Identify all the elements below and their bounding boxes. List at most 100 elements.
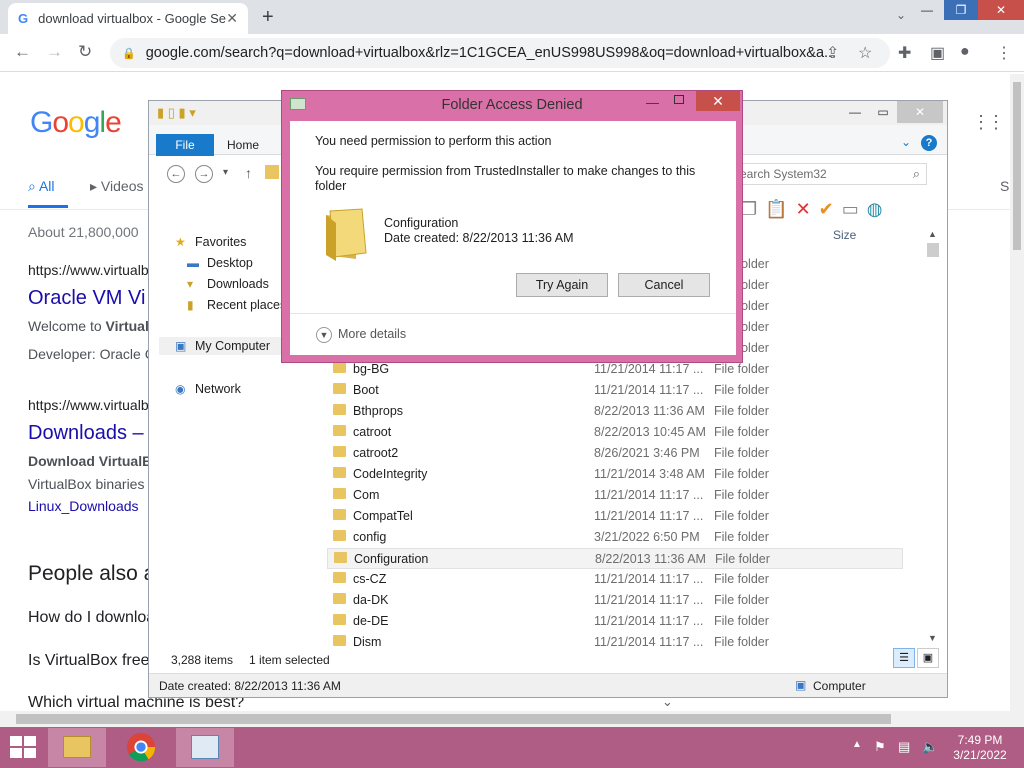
show-hidden-icons[interactable]: ▲ — [852, 739, 862, 750]
paa-question[interactable]: How do I downloa — [28, 609, 155, 627]
chevron-down-icon: ▼ — [316, 327, 332, 343]
table-row[interactable]: CodeIntegrity 11/21/2014 3:48 AM File fold… — [327, 464, 903, 485]
share-icon[interactable]: ⇪ — [826, 43, 839, 63]
bookmark-star-icon[interactable]: ☆ — [858, 43, 872, 63]
close-icon[interactable]: ✕ — [696, 91, 740, 111]
result-url[interactable]: https://www.virtualbo — [28, 262, 156, 278]
menu-kebab-icon[interactable]: ⋮ — [996, 43, 1012, 63]
scroll-up-icon[interactable]: ▲ — [928, 229, 937, 239]
paste-icon[interactable]: 📋 — [765, 199, 787, 220]
try-again-button[interactable]: Try Again — [516, 273, 608, 297]
forward-arrow-icon[interactable]: → — [46, 42, 63, 62]
nav-downloads[interactable]: ▾ Downloads — [187, 277, 269, 291]
sitelink[interactable]: Linux_Downloads — [28, 498, 139, 514]
restore-icon[interactable]: ❐ — [944, 0, 978, 20]
window-controls: — ❐ ✕ — [910, 0, 1024, 22]
computer-icon: ▣ — [175, 339, 187, 353]
nav-desktop[interactable]: ▬ Desktop — [187, 256, 253, 270]
new-tab-icon[interactable]: + — [262, 6, 274, 29]
help-icon[interactable]: ? — [921, 135, 937, 151]
copy-icon[interactable]: ❐ — [741, 199, 757, 220]
start-windows-icon[interactable] — [10, 736, 38, 760]
table-row[interactable]: Boot 11/21/2014 11:17 ... File folder — [327, 380, 903, 401]
page-horizontal-scrollbar[interactable] — [0, 711, 1024, 727]
maximize-icon[interactable] — [674, 95, 684, 104]
cancel-button[interactable]: Cancel — [618, 273, 710, 297]
control-panel-taskbar-icon[interactable] — [176, 728, 234, 767]
tab-all[interactable]: ⌕ All — [28, 178, 55, 195]
scrollbar-thumb[interactable] — [1013, 82, 1021, 250]
table-row[interactable]: Bthprops 8/22/2013 11:36 AM File folder — [327, 401, 903, 422]
column-header-size[interactable]: Size — [833, 228, 856, 242]
back-icon[interactable]: ← — [167, 165, 185, 183]
action-center-flag-icon[interactable]: ⚑ — [874, 739, 886, 755]
table-row[interactable]: da-DK 11/21/2014 11:17 ... File folder — [327, 590, 903, 611]
nav-favorites[interactable]: ★ Favorites — [175, 235, 246, 249]
side-panel-icon[interactable]: ▣ — [930, 43, 945, 63]
scroll-down-icon[interactable]: ▼ — [928, 633, 937, 643]
up-arrow-icon[interactable]: ↑ — [245, 165, 252, 181]
scrollbar-thumb[interactable] — [927, 243, 939, 257]
volume-muted-icon[interactable]: 🔈 — [922, 739, 938, 755]
dialog-body: You need permission to perform this acti… — [290, 121, 736, 355]
close-window-icon[interactable]: ✕ — [978, 0, 1024, 20]
page-vertical-scrollbar[interactable] — [1010, 74, 1024, 711]
tab-search-chevron-icon[interactable]: ⌄ — [896, 8, 906, 22]
details-view-icon[interactable]: ☰ — [893, 648, 915, 668]
cell-type: File folder — [714, 446, 769, 460]
extensions-icon[interactable]: ✚ — [898, 43, 911, 63]
network-icon[interactable]: ▤ — [898, 739, 910, 755]
globe-icon[interactable]: ◍ — [867, 199, 883, 220]
result-url[interactable]: https://www.virtualbo — [28, 397, 156, 413]
table-row[interactable]: catroot 8/22/2013 10:45 AM File folder — [327, 422, 903, 443]
close-icon[interactable]: ✕ — [897, 101, 943, 123]
tab-settings-partial[interactable]: S — [1000, 178, 1009, 194]
minimize-icon[interactable]: — — [841, 101, 869, 123]
cell-type: File folder — [714, 425, 769, 439]
result-title[interactable]: Downloads – — [28, 422, 144, 445]
address-bar[interactable]: 🔒 google.com/search?q=download+virtualbo… — [110, 38, 890, 68]
table-row[interactable]: config 3/21/2022 6:50 PM File folder — [327, 527, 903, 548]
desktop-icon: ▬ — [187, 256, 199, 270]
ribbon-expand-icon[interactable]: ⌄ — [901, 135, 911, 149]
quick-access-folder-icon[interactable]: ▮ ▯ ▮ ▾ — [157, 105, 196, 121]
large-icons-view-icon[interactable]: ▣ — [917, 648, 939, 668]
table-row[interactable]: cs-CZ 11/21/2014 11:17 ... File folder — [327, 569, 903, 590]
search-box[interactable]: earch System32 ⌕ — [733, 163, 927, 185]
checkmark-icon[interactable]: ✔ — [819, 199, 834, 220]
tab-videos-label: Videos — [100, 178, 144, 194]
nav-network[interactable]: ◉ Network — [175, 382, 241, 396]
profile-avatar-icon[interactable]: ● — [960, 43, 970, 61]
paa-question[interactable]: Is VirtualBox free — [28, 652, 150, 670]
more-details-toggle[interactable]: ▼ More details — [316, 327, 406, 343]
minimize-icon[interactable]: — — [910, 0, 944, 20]
ribbon-home-tab[interactable]: Home — [227, 138, 259, 152]
table-row[interactable]: CompatTel 11/21/2014 11:17 ... File folder — [327, 506, 903, 527]
browser-tab[interactable]: G download virtualbox - Google Se ✕ — [8, 3, 248, 34]
ribbon-file-tab[interactable]: File — [156, 134, 214, 156]
tab-videos[interactable]: ▸ Videos — [90, 178, 143, 195]
forward-icon[interactable]: → — [195, 165, 213, 183]
file-explorer-taskbar-icon[interactable] — [48, 728, 106, 767]
reload-icon[interactable]: ↻ — [78, 42, 92, 62]
scrollbar-thumb[interactable] — [16, 714, 891, 724]
table-row[interactable]: Com 11/21/2014 11:17 ... File folder — [327, 485, 903, 506]
table-row[interactable]: de-DE 11/21/2014 11:17 ... File folder — [327, 611, 903, 632]
nav-recent-places[interactable]: ▮ Recent places — [187, 298, 286, 312]
chrome-taskbar-icon[interactable] — [112, 728, 170, 767]
cell-name: Boot — [353, 383, 379, 397]
system-clock[interactable]: 7:49 PM 3/21/2022 — [948, 733, 1012, 763]
table-row-selected[interactable]: Configuration 8/22/2013 11:36 AM File fold… — [327, 548, 903, 569]
file-list-scrollbar[interactable]: ▲ ▼ — [925, 229, 941, 649]
google-logo[interactable]: Google — [30, 106, 122, 140]
table-row[interactable]: catroot2 8/26/2021 3:46 PM File folder — [327, 443, 903, 464]
delete-icon[interactable]: ✕ — [796, 199, 811, 220]
maximize-icon[interactable]: ▭ — [869, 101, 897, 123]
recent-chevron-icon[interactable]: ▾ — [223, 167, 228, 178]
rename-icon[interactable]: ▭ — [842, 199, 859, 220]
result-title[interactable]: Oracle VM Vi — [28, 287, 145, 310]
back-arrow-icon[interactable]: ← — [14, 42, 31, 62]
nav-my-computer[interactable]: ▣ My Computer — [159, 337, 291, 355]
minimize-icon[interactable]: — — [646, 95, 659, 110]
tab-close-icon[interactable]: ✕ — [226, 10, 238, 27]
